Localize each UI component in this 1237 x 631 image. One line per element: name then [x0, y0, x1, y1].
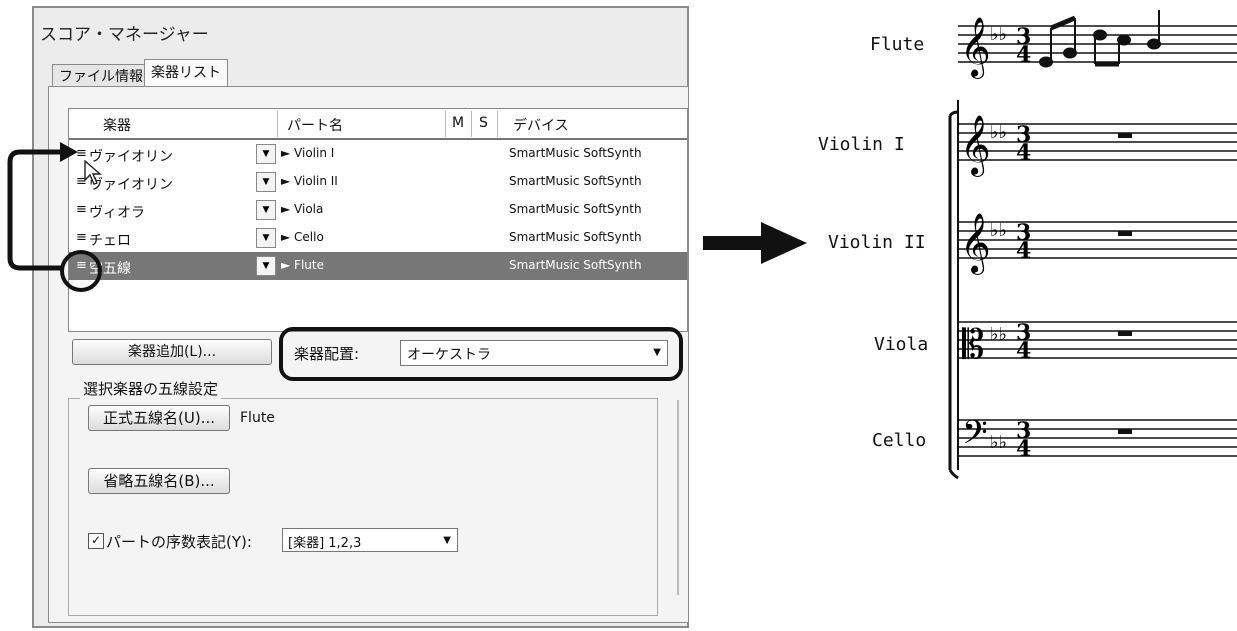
part-name[interactable]: ► Viola	[281, 202, 323, 216]
svg-text:4: 4	[1016, 338, 1031, 364]
time-signature: 34 34 34 34 34	[1016, 24, 1031, 462]
right-arrow-icon	[703, 222, 807, 264]
instrument-dropdown-button[interactable]: ▼	[256, 256, 276, 276]
device-name: SmartMusic SoftSynth	[509, 146, 642, 160]
treble-clef-icon: 𝄞	[960, 115, 991, 177]
part-name[interactable]: ► Violin I	[281, 146, 334, 160]
abbreviated-staff-name-button[interactable]: 省略五線名(B)...	[88, 468, 230, 494]
treble-clef-icon: 𝄞	[960, 213, 991, 275]
part-name[interactable]: ► Cello	[281, 230, 324, 244]
tab-instrument-list[interactable]: 楽器リスト	[144, 59, 228, 86]
key-signature: ♭♭	[990, 122, 1007, 143]
list-item[interactable]: ≡ ヴァイオリン ▼ ► Violin II SmartMusic SoftSy…	[69, 168, 687, 196]
move-arrow-icon	[7, 142, 78, 271]
svg-text:4: 4	[1016, 42, 1031, 68]
tab-file-info[interactable]: ファイル情報	[52, 64, 150, 88]
ordinal-dropdown[interactable]: [楽器] 1,2,3 ▼	[282, 528, 458, 552]
window-title: スコア・マネージャー	[40, 25, 209, 45]
alto-clef-icon: 𝄡	[962, 322, 984, 368]
key-signature: ♭♭	[990, 324, 1007, 345]
score-staff-name-cello: Cello	[872, 430, 927, 451]
flute-notes	[1039, 10, 1161, 68]
column-header-m[interactable]: M	[452, 115, 464, 131]
key-signature: ♭♭	[990, 24, 1007, 45]
list-item-selected[interactable]: ≡ 空五線 ▼ ► Flute SmartMusic SoftSynth	[69, 252, 687, 280]
list-item[interactable]: ≡ チェロ ▼ ► Cello SmartMusic SoftSynth	[69, 224, 687, 252]
part-name[interactable]: ► Violin II	[281, 174, 338, 188]
score-staff-name-violin-2: Violin II	[828, 232, 926, 253]
whole-rest-icon	[1118, 133, 1132, 434]
bass-clef-icon: 𝄢	[962, 414, 988, 460]
device-name: SmartMusic SoftSynth	[509, 258, 642, 272]
instrument-list-table: 楽器 パート名 M S デバイス ≡ ヴァイオリン ▼ ► Violin I S…	[68, 108, 688, 332]
staff-settings-group-label: 選択楽器の五線設定	[80, 378, 222, 399]
instrument-dropdown-button[interactable]: ▼	[256, 172, 276, 192]
svg-text:4: 4	[1016, 140, 1031, 166]
instrument-dropdown-button[interactable]: ▼	[256, 200, 276, 220]
device-name: SmartMusic SoftSynth	[509, 202, 642, 216]
list-header: 楽器 パート名 M S デバイス	[69, 109, 687, 140]
full-staff-name-button[interactable]: 正式五線名(U)...	[88, 405, 230, 431]
ordinal-checkbox-label[interactable]: パートの序数表記(Y):	[106, 531, 252, 552]
svg-text:4: 4	[1016, 238, 1031, 264]
column-header-part[interactable]: パート名	[287, 115, 343, 135]
column-header-s[interactable]: S	[479, 115, 488, 131]
placement-highlight	[279, 327, 683, 381]
list-item[interactable]: ≡ ヴァイオリン ▼ ► Violin I SmartMusic SoftSyn…	[69, 140, 687, 168]
key-signature: ♭♭	[990, 220, 1007, 241]
list-item[interactable]: ≡ ヴィオラ ▼ ► Viola SmartMusic SoftSynth	[69, 196, 687, 224]
group-divider	[677, 400, 679, 595]
column-header-instrument[interactable]: 楽器	[103, 115, 131, 135]
column-header-device[interactable]: デバイス	[513, 115, 569, 135]
full-staff-name-value: Flute	[240, 410, 275, 426]
score-notation: 𝄞 𝄞 𝄞 𝄡 𝄢 ♭♭ ♭♭ ♭♭ ♭♭ ♭♭ 34 34 34 34 34	[948, 10, 1237, 480]
instrument-dropdown-button[interactable]: ▼	[256, 144, 276, 164]
ordinal-value: [楽器] 1,2,3	[288, 536, 362, 551]
instrument-dropdown-button[interactable]: ▼	[256, 228, 276, 248]
add-instrument-button[interactable]: 楽器追加(L)...	[72, 339, 272, 365]
treble-clef-icon: 𝄞	[960, 17, 991, 79]
key-signature: ♭♭	[990, 432, 1007, 453]
ordinal-checkbox[interactable]: ✓	[88, 533, 104, 549]
part-name[interactable]: ► Flute	[281, 258, 324, 272]
svg-text:4: 4	[1016, 436, 1031, 462]
score-staff-name-violin-1: Violin I	[818, 134, 905, 155]
score-staff-name-flute: Flute	[870, 34, 925, 55]
chevron-down-icon: ▼	[443, 535, 451, 546]
score-staff-name-viola: Viola	[874, 334, 929, 355]
device-name: SmartMusic SoftSynth	[509, 174, 642, 188]
device-name: SmartMusic SoftSynth	[509, 230, 642, 244]
